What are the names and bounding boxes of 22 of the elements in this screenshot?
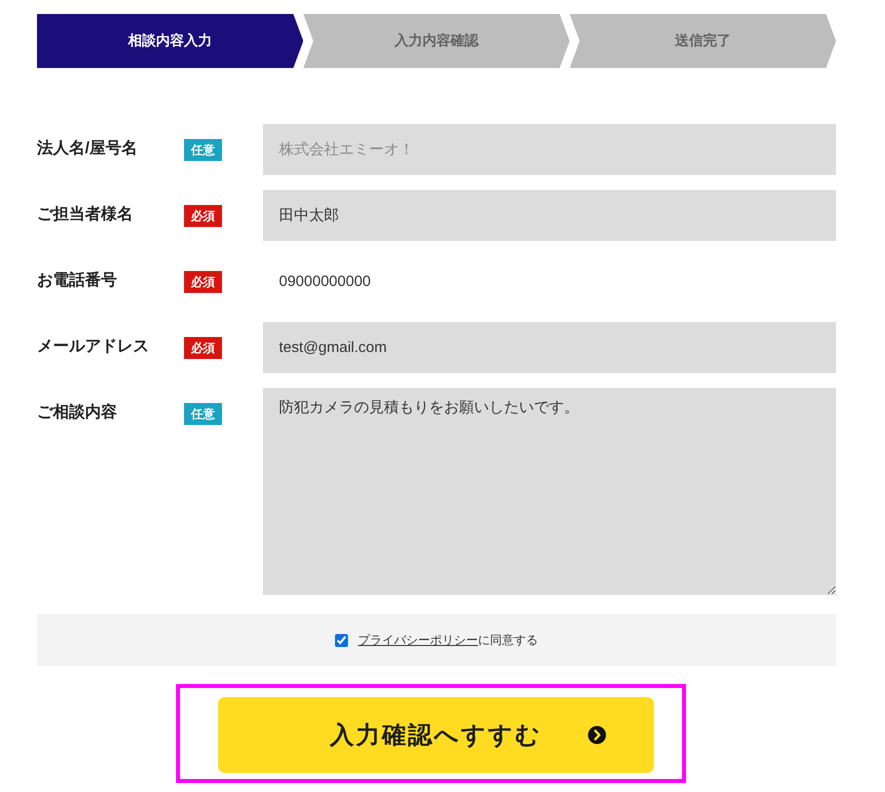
required-badge: 必須 — [184, 205, 222, 227]
message-textarea[interactable]: 防犯カメラの見積もりをお願いしたいです。 — [263, 388, 836, 595]
field-label: ご相談内容 — [37, 403, 117, 423]
optional-badge: 任意 — [184, 403, 222, 425]
field-label: お電話番号 — [37, 271, 117, 291]
optional-badge: 任意 — [184, 139, 222, 161]
input-field[interactable]: 株式会社エミーオ！ — [263, 124, 836, 175]
input-field[interactable]: test@gmail.com — [263, 322, 836, 373]
required-badge: 必須 — [184, 337, 222, 359]
agreement-text: プライバシーポリシーに同意する — [358, 632, 538, 648]
field-label: 法人名/屋号名 — [37, 139, 138, 159]
progress-step: 相談内容入力 — [37, 14, 304, 68]
progress-step: 入力内容確認 — [303, 14, 570, 68]
agree-checkbox[interactable] — [335, 634, 348, 646]
field-label: ご担当者様名 — [37, 205, 133, 225]
chevron-circle-icon — [588, 726, 606, 744]
input-field[interactable]: 田中太郎 — [263, 190, 836, 241]
progress-step: 送信完了 — [570, 14, 836, 68]
field-label: メールアドレス — [37, 337, 149, 357]
required-badge: 必須 — [184, 271, 222, 293]
confirm-button[interactable]: 入力確認へすすむ — [218, 697, 654, 773]
privacy-policy-link[interactable]: プライバシーポリシー — [358, 632, 478, 646]
